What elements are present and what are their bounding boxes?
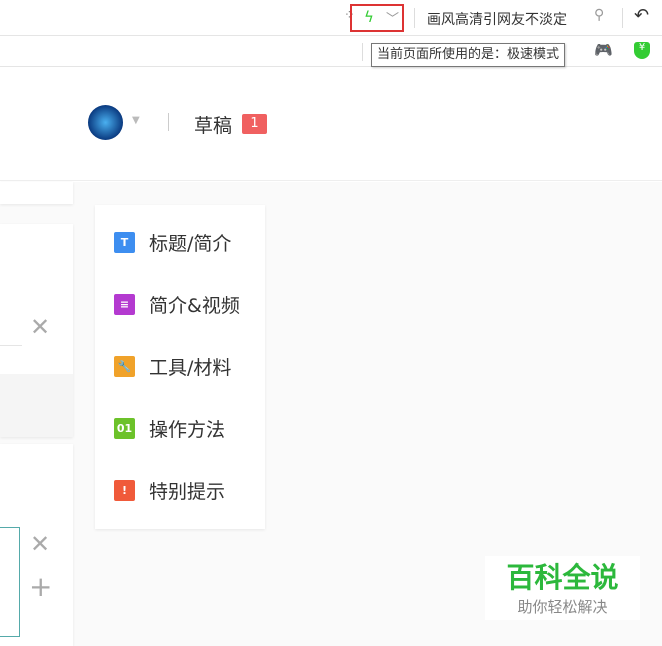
title-icon: T [114,231,135,253]
nav-label: 操作方法 [149,418,226,441]
nav-label: 特别提示 [149,480,226,503]
warning-icon: ! [114,479,135,501]
nav-item-steps[interactable]: 01 操作方法 [95,397,265,459]
tooltip: 当前页面所使用的是：极速模式 [371,43,566,67]
draft-label[interactable]: 草稿 [194,111,232,138]
nav-item-title[interactable]: T 标题/简介 [95,211,265,273]
watermark-subtitle: 助你轻松解决 [517,598,608,616]
nav-item-tips[interactable]: ! 特别提示 [95,459,265,521]
nav-item-video[interactable]: ≡ 简介&视频 [95,273,265,335]
add-icon[interactable]: + [29,570,52,603]
document-icon: ≡ [114,293,135,315]
search-suggestion[interactable]: 画风高清引网友不淡定 [427,9,567,29]
chevron-down-icon: ﹀ [386,12,400,27]
nav-item-tools[interactable]: 🔧 工具/材料 [95,335,265,397]
page-header: ▼ 草稿 1 [0,68,662,181]
section-nav: T 标题/简介 ≡ 简介&视频 🔧 工具/材料 01 操作方法 ! 特别提示 [95,205,265,529]
nav-label: 标题/简介 [149,232,232,255]
game-icon[interactable]: 🎮 [594,41,613,59]
lightning-icon: ϟ [364,8,374,26]
step-input[interactable] [0,527,20,637]
watermark-title: 百科全说 [506,561,619,594]
browser-toolbar: ⁘ ϟ ﹀ 画风高清引网友不淡定 ⚲ ↶ [0,0,662,36]
undo-icon[interactable]: ↶ [634,5,649,26]
wrench-icon: 🔧 [114,355,135,377]
search-icon[interactable]: ⚲ [594,7,604,23]
watermark: 百科全说 助你轻松解决 [485,556,640,620]
nav-label: 工具/材料 [149,356,232,379]
caret-down-icon[interactable]: ▼ [132,115,140,126]
shield-icon[interactable]: ¥ [634,42,650,59]
nav-label: 简介&视频 [149,294,240,317]
draft-count-badge: 1 [242,114,267,134]
steps-icon: 01 [114,417,135,439]
speed-mode-button[interactable]: ϟ ﹀ [350,4,404,32]
close-icon[interactable]: ✕ [30,530,50,558]
close-icon[interactable]: ✕ [30,313,50,341]
editor-area: ✕ ✕ + T 标题/简介 ≡ 简介&视频 🔧 工具/材料 01 操作方法 ! 特别提示 … [0,182,662,646]
avatar[interactable] [88,105,123,140]
